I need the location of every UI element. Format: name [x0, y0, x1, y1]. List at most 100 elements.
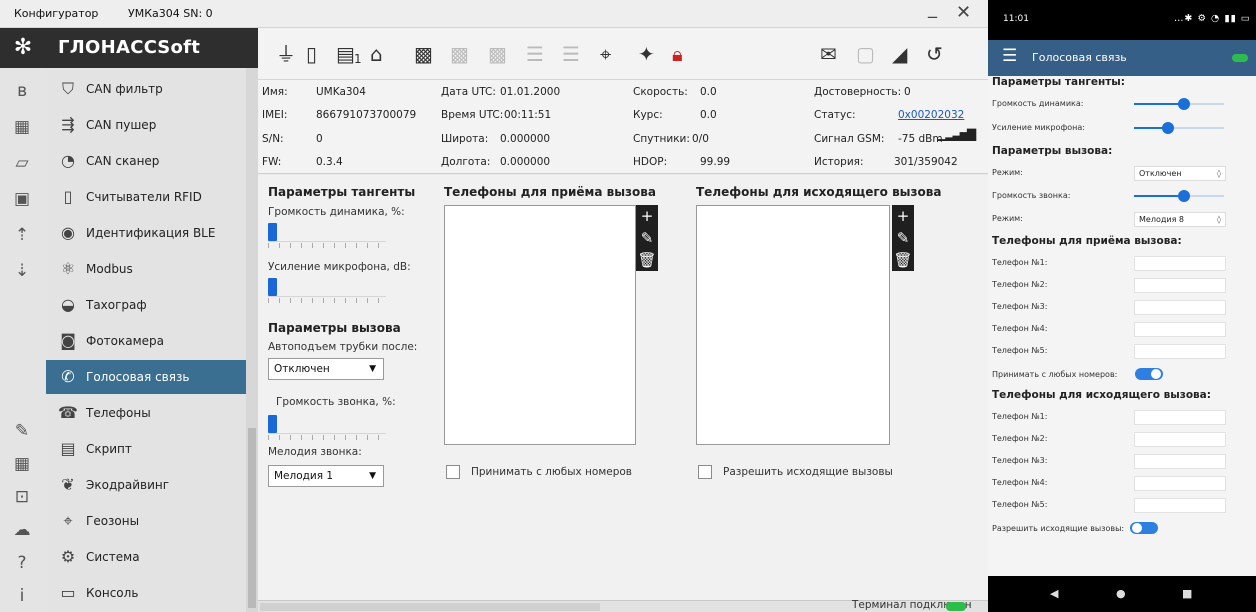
mic-gain-slider[interactable] [268, 278, 386, 308]
slider-knob[interactable] [1177, 190, 1190, 202]
save-icon[interactable]: ▣ [9, 186, 35, 212]
upload-icon[interactable]: ⇡ [9, 222, 35, 248]
phone-number-field[interactable] [1134, 454, 1226, 469]
phone-allow-outgoing-label: Разрешить исходящие вызовы: [992, 524, 1125, 533]
sidebar-item-10[interactable]: ☎ Телефоны [46, 396, 246, 430]
select-caret-icon: ◊ [1217, 169, 1221, 178]
sidebar-item-14[interactable]: ⚙ Система [46, 540, 246, 574]
sidebar-item-4[interactable]: ▯ Считыватели RFID [46, 180, 246, 214]
imei-label: IMEI: [262, 109, 288, 121]
sim-slot-icon[interactable]: ▤ [336, 40, 355, 68]
phone-melody-value: Мелодия 8 [1139, 215, 1185, 224]
phone-number-field[interactable] [1134, 322, 1226, 337]
sidebar-item-2[interactable]: ⇶ CAN пушер [46, 108, 246, 142]
sidebar-item-12[interactable]: ❦ Экодрайвинг [46, 468, 246, 502]
phone-number-field[interactable] [1134, 432, 1226, 447]
slider-knob[interactable] [268, 278, 277, 296]
phone-mode-select[interactable]: Отключен ◊ [1134, 166, 1226, 181]
sidebar-item-13[interactable]: ⌖ Геозоны [46, 504, 246, 538]
bluetooth-icon[interactable]: ʙ [9, 78, 35, 104]
sidebar-item-11[interactable]: ▤ Скрипт [46, 432, 246, 466]
add-phone-button[interactable]: + [636, 205, 658, 227]
phone-number-field[interactable] [1134, 300, 1226, 315]
database-settings-icon[interactable]: ☰ [562, 40, 580, 68]
gsm-module-icon[interactable]: ▩ [414, 40, 433, 68]
sim-card-icon[interactable]: ▦ [9, 114, 35, 140]
database-icon[interactable]: ☰ [526, 40, 544, 68]
history-icon[interactable]: ↺ [926, 40, 943, 68]
sidebar-item-6[interactable]: ⚛ Modbus [46, 252, 246, 286]
sidebar-item-1[interactable]: ⛉ CAN фильтр [46, 72, 246, 106]
lock-alert-icon[interactable]: 🔒︎ [672, 40, 683, 68]
sidebar-item-9[interactable]: ✆ Голосовая связь [46, 360, 246, 394]
module-3-icon[interactable]: ▩ [488, 40, 507, 68]
menu-icon[interactable]: ☰ [1002, 46, 1017, 66]
cloud-icon[interactable]: ☁ [9, 517, 35, 543]
edit-phone-button[interactable]: ✎ [892, 227, 914, 249]
power-plug-icon[interactable]: ⏚ [276, 40, 296, 68]
document-icon[interactable]: ▢ [856, 40, 875, 68]
phone-accept-any-toggle[interactable] [1135, 368, 1163, 380]
phone-number-field[interactable] [1134, 476, 1226, 491]
module-2-icon[interactable]: ▩ [450, 40, 469, 68]
horizontal-scrollbar[interactable] [260, 603, 600, 611]
phone-number-field[interactable] [1134, 410, 1226, 425]
sidebar-item-3[interactable]: ◔ CAN сканер [46, 144, 246, 178]
slider-knob[interactable] [1177, 98, 1190, 110]
delete-phone-button[interactable]: 🗑︎ [892, 249, 914, 271]
phone-speaker-slider[interactable] [1134, 98, 1224, 110]
mobile-app-screen: 11:01 …✱ ⚙ ◔ ▮▮ ▭ ☰ Голосовая связь Пара… [988, 0, 1256, 612]
ring-volume-slider[interactable] [268, 415, 386, 445]
camera-icon: ◙ [60, 331, 76, 350]
phone-number-field[interactable] [1134, 278, 1226, 293]
sidebar-item-8[interactable]: ◙ Фотокамера [46, 324, 246, 358]
phone-melody-select[interactable]: Мелодия 8 ◊ [1134, 212, 1226, 227]
melody-select[interactable]: Мелодия 1 ▼ [268, 465, 384, 487]
accept-any-checkbox[interactable] [446, 465, 460, 479]
phone-ring-slider[interactable] [1134, 190, 1224, 202]
back-button[interactable]: ◀ [1050, 587, 1058, 600]
slider-knob[interactable] [268, 415, 277, 433]
battery-icon[interactable]: ▯ [306, 40, 317, 68]
home-antenna-icon[interactable]: ⌂ [370, 40, 383, 68]
phones-icon: ☎ [58, 403, 78, 422]
satellite-dish-icon[interactable]: ◢ [892, 40, 907, 68]
phone-allow-outgoing-toggle[interactable] [1130, 522, 1158, 534]
folder-icon[interactable]: ▱ [9, 150, 35, 176]
phone-number-field[interactable] [1134, 344, 1226, 359]
recent-apps-button[interactable]: ■ [1182, 587, 1192, 600]
phone-number-field[interactable] [1134, 498, 1226, 513]
slider-knob[interactable] [1162, 122, 1175, 134]
nav-scrollbar[interactable] [246, 68, 258, 612]
can-icon[interactable]: ⊡ [9, 484, 35, 510]
speaker-volume-slider[interactable] [268, 223, 386, 253]
sidebar-item-7[interactable]: ◒ Тахограф [46, 288, 246, 322]
sidebar-item-15[interactable]: ▭ Консоль [46, 576, 246, 610]
home-button[interactable]: ● [1116, 587, 1126, 600]
edit-phone-button[interactable]: ✎ [636, 227, 658, 249]
add-phone-button[interactable]: + [892, 205, 914, 227]
delete-phone-button[interactable]: 🗑︎ [636, 249, 658, 271]
mail-icon[interactable]: ✉ [820, 40, 837, 68]
slider-knob[interactable] [268, 223, 277, 241]
edit-icon[interactable]: ✎ [9, 418, 35, 444]
allow-outgoing-checkbox[interactable] [698, 465, 712, 479]
minimize-button[interactable]: _ [928, 0, 937, 19]
outgoing-phones-list[interactable] [696, 205, 890, 445]
download-icon[interactable]: ⇣ [9, 258, 35, 284]
phone-mic-slider[interactable] [1134, 122, 1224, 134]
close-button[interactable]: ✕ [956, 2, 971, 23]
info-icon[interactable]: i [9, 583, 35, 609]
gps-off-icon[interactable]: ⌖ [600, 40, 611, 68]
allow-outgoing-label: Разрешить исходящие вызовы [723, 466, 893, 478]
nav-scroll-thumb[interactable] [248, 428, 256, 608]
calculator-icon[interactable]: ▦ [9, 451, 35, 477]
satellite-icon[interactable]: ✦ [638, 40, 655, 68]
status-value-link[interactable]: 0x00202032 [898, 109, 964, 121]
phone-number-label: Телефон №4: [992, 324, 1048, 333]
incoming-phones-list[interactable] [444, 205, 636, 445]
help-icon[interactable]: ? [9, 550, 35, 576]
phone-number-field[interactable] [1134, 256, 1226, 271]
autoanswer-select[interactable]: Отключен ▼ [268, 358, 384, 380]
sidebar-item-5[interactable]: ◉ Идентификация BLE [46, 216, 246, 250]
